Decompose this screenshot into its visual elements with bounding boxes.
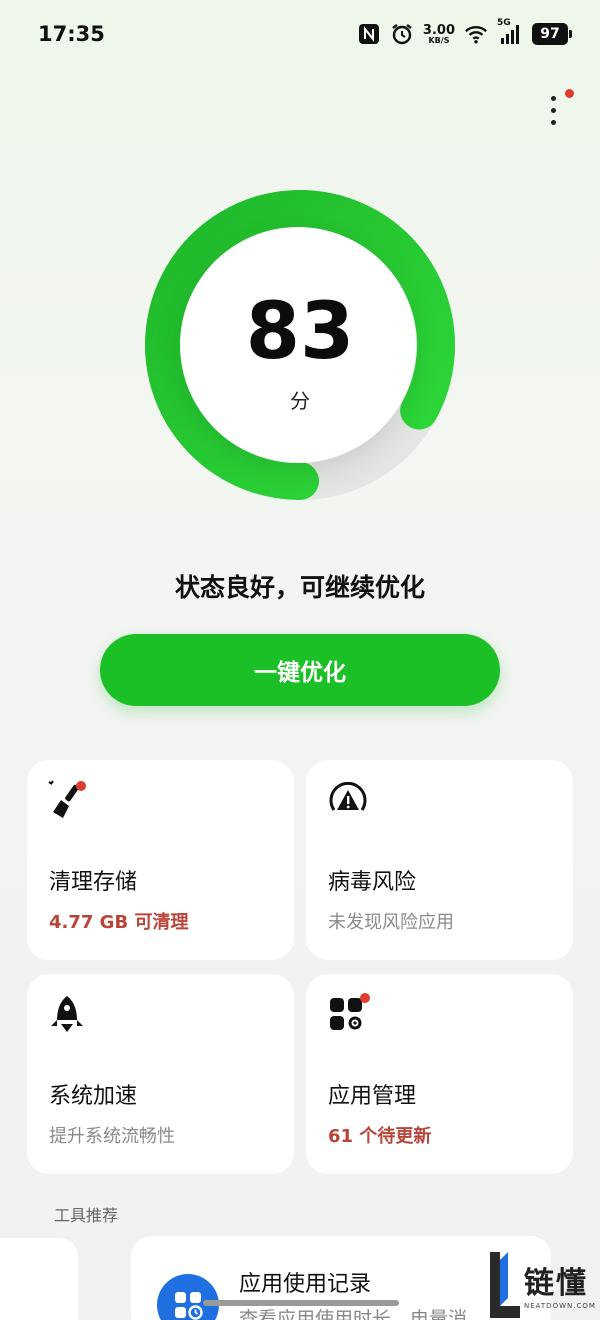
card-subtitle: 提升系统流畅性 [49,1126,175,1147]
net-speed: 3.00 KB/S [423,24,455,45]
menu-dot-icon [551,108,556,113]
broom-icon [47,778,91,822]
status-icons: 3.00 KB/S 5G 97 [357,18,572,46]
network-type: 5G [497,18,511,28]
status-message: 状态良好，可继续优化 [174,573,425,602]
score-unit: 分 [290,389,310,413]
card-subtitle: 未发现风险应用 [328,912,454,933]
section-title-tools: 工具推荐 [54,1206,119,1225]
tool-subtitle: 查看应用使用时长、电量消 [239,1308,468,1320]
card-virus-risk[interactable]: 病毒风险 未发现风险应用 [306,760,573,960]
menu-dot-icon [551,120,556,125]
score-value: 83 [245,287,355,377]
battery-icon: 97 [532,23,572,45]
net-speed-value: 3.00 [422,22,455,38]
nfc-icon [357,22,381,46]
card-title: 清理存储 [49,870,138,895]
net-speed-unit: KB/S [428,35,450,45]
score-gauge[interactable]: 83 分 [140,185,460,505]
wifi-icon [464,22,488,46]
status-time: 17:35 [38,22,105,46]
watermark-text: 链懂 [524,1266,588,1301]
tool-title: 应用使用记录 [239,1272,372,1297]
notification-badge [565,89,574,98]
card-system-speedup[interactable]: 系统加速 提升系统流畅性 [27,974,294,1174]
more-menu-button[interactable] [540,89,574,132]
home-indicator[interactable] [203,1300,399,1306]
card-subtitle: 61 个待更新 [328,1126,432,1147]
card-title: 病毒风险 [328,870,417,895]
card-title: 系统加速 [49,1084,138,1109]
optimize-button[interactable]: 一键优化 [100,634,500,706]
card-title: 应用管理 [328,1084,417,1109]
watermark-subtext: NEATDOWN.COM [524,1302,596,1310]
status-bar: 17:35 3.00 KB/S 5G 97 [0,0,600,70]
app-manage-icon [326,992,370,1036]
card-clean-storage[interactable]: 清理存储 4.77 GB 可清理 [27,760,294,960]
app-usage-icon [157,1274,219,1320]
signal-icon: 5G [497,18,523,46]
tool-card-partial[interactable] [0,1238,78,1320]
card-app-management[interactable]: 应用管理 61 个待更新 [306,974,573,1174]
menu-dot-icon [551,96,556,101]
rocket-icon [47,992,91,1036]
watermark-logo: 链懂 NEATDOWN.COM [486,1250,600,1320]
virus-warning-icon [326,778,370,822]
alarm-icon [390,22,414,46]
card-subtitle: 4.77 GB 可清理 [49,912,189,933]
